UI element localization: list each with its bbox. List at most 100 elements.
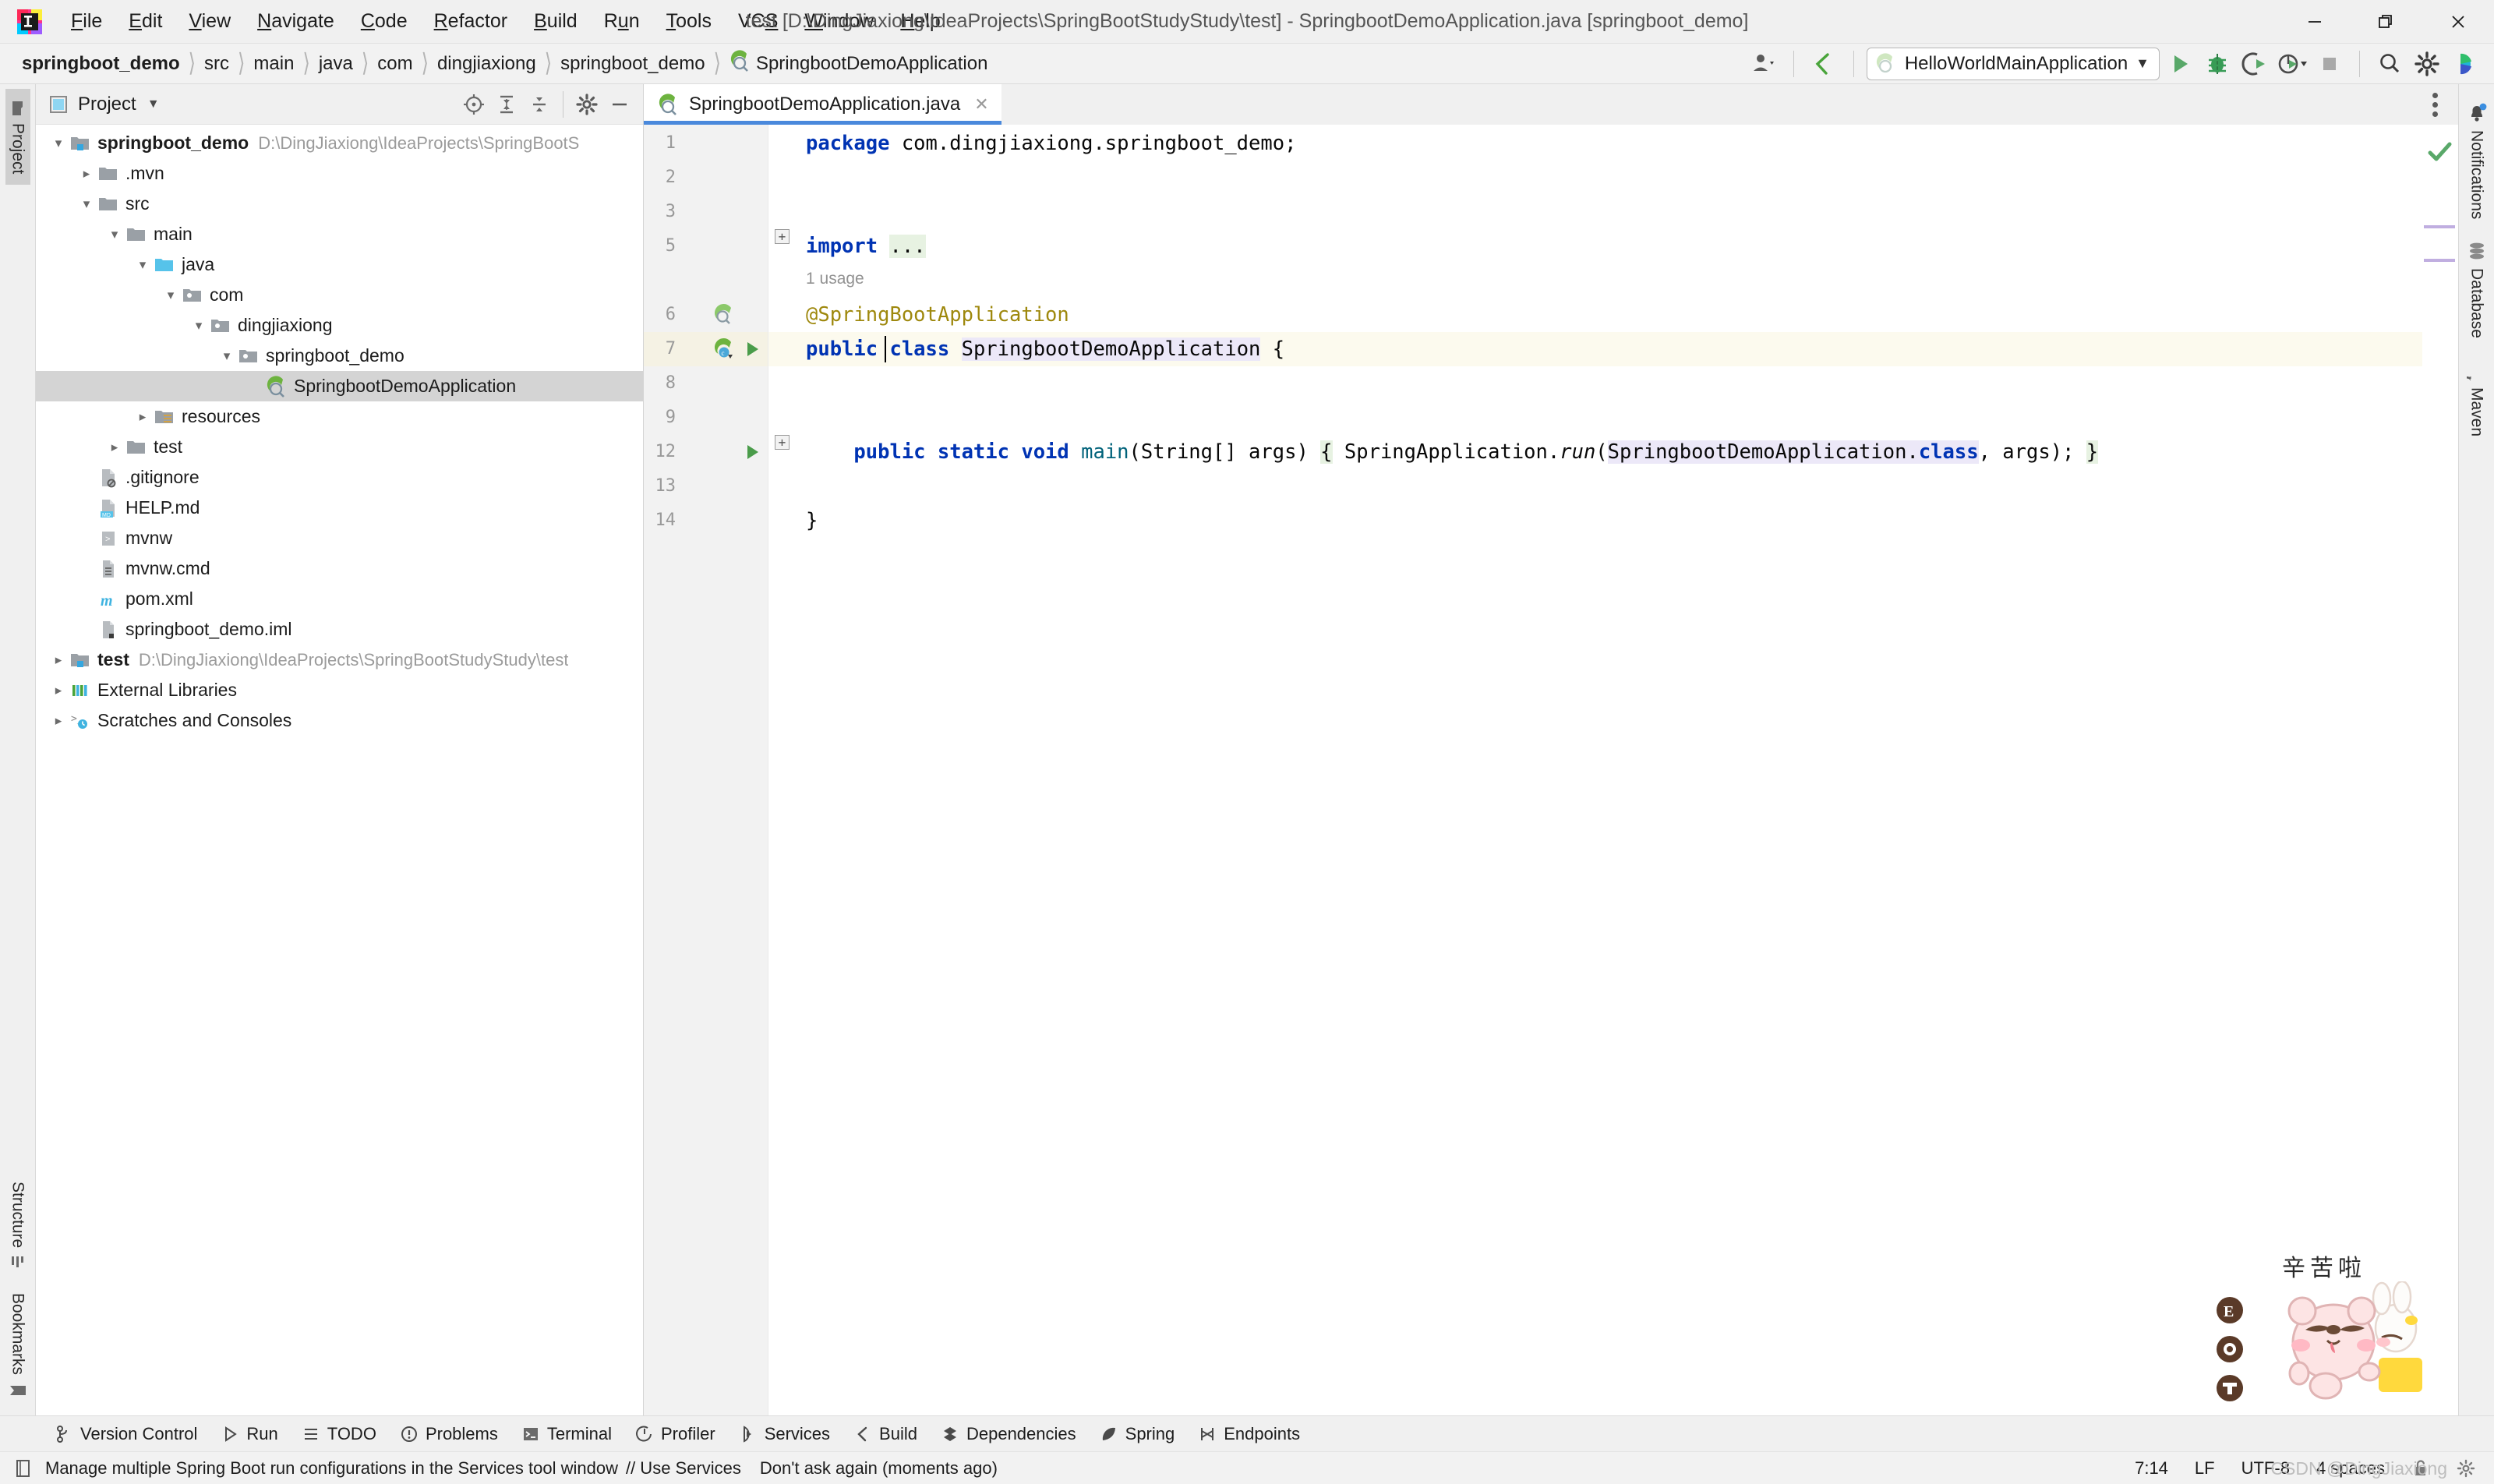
chevron-right-icon[interactable]: ▸: [48, 713, 69, 729]
tool-button-run[interactable]: Run: [211, 1421, 287, 1447]
restore-button[interactable]: [2351, 0, 2422, 44]
tool-button-endpoints[interactable]: Endpoints: [1189, 1421, 1309, 1447]
tree-row-external-libraries[interactable]: ▸ External Libraries: [36, 675, 643, 705]
editor-gutter[interactable]: 1 2 3 5 6 7 8 9 12 13 14 7: [644, 125, 768, 1415]
run-with-coverage-button[interactable]: [2238, 47, 2272, 81]
collapse-all-icon[interactable]: [524, 89, 555, 120]
ide-assistant-icon[interactable]: [2447, 47, 2482, 81]
tree-row-java[interactable]: ▾ java: [36, 249, 643, 280]
chevron-down-icon[interactable]: ▾: [189, 318, 209, 334]
chevron-down-icon[interactable]: ▾: [217, 348, 237, 364]
inspection-ok-icon[interactable]: [2427, 140, 2453, 168]
settings-gear-icon[interactable]: [2457, 1459, 2475, 1478]
close-icon[interactable]: ✕: [974, 94, 988, 115]
breadcrumb-springboot-demo-pkg[interactable]: springboot_demo: [556, 51, 709, 76]
tree-row-scratches-and-consoles[interactable]: ▸ >_ Scratches and Consoles: [36, 705, 643, 736]
breadcrumb-src[interactable]: src: [200, 51, 234, 76]
caret-position[interactable]: 7:14: [2135, 1458, 2168, 1479]
chevron-down-icon[interactable]: ▼: [147, 97, 160, 111]
search-everywhere-icon[interactable]: [2372, 47, 2407, 81]
spring-bean-gutter-icon[interactable]: [712, 298, 739, 332]
code-content[interactable]: package com.dingjiaxiong.springboot_demo…: [768, 125, 2422, 1415]
tool-button-services[interactable]: Services: [729, 1421, 839, 1447]
indent-setting[interactable]: 4 spaces: [2316, 1458, 2385, 1479]
chevron-right-icon[interactable]: ▸: [104, 440, 125, 455]
breadcrumb-class[interactable]: SpringbootDemoApplication: [725, 48, 993, 79]
tool-button-version-control[interactable]: Version Control: [45, 1421, 207, 1447]
breadcrumb-dingjiaxiong[interactable]: dingjiaxiong: [433, 51, 541, 76]
build-arrow-icon[interactable]: [1807, 47, 1841, 81]
sidebar-item-structure[interactable]: Structure: [5, 1171, 30, 1282]
changed-lines-marker[interactable]: [2424, 259, 2455, 262]
tool-button-profiler[interactable]: Profiler: [626, 1421, 725, 1447]
tree-row-dingjiaxiong[interactable]: ▾ dingjiaxiong: [36, 310, 643, 341]
menu-run[interactable]: Run: [591, 7, 653, 36]
breadcrumb-main[interactable]: main: [249, 51, 299, 76]
menu-view[interactable]: View: [175, 7, 244, 36]
fold-expand-icon-method[interactable]: +: [775, 435, 790, 450]
inspection-marker-strip[interactable]: [2422, 125, 2458, 1415]
tree-row-mvnw[interactable]: > mvnw: [36, 523, 643, 553]
event-log-icon[interactable]: [14, 1458, 33, 1479]
tool-button-build[interactable]: Build: [844, 1421, 927, 1447]
tree-row-test-module[interactable]: ▸ test D:\DingJiaxiong\IdeaProjects\Spri…: [36, 645, 643, 675]
menu-vcs[interactable]: VCS: [725, 7, 791, 36]
user-avatar-icon[interactable]: [1747, 47, 1781, 81]
tree-row-mvnw-cmd[interactable]: mvnw.cmd: [36, 553, 643, 584]
chevron-right-icon[interactable]: ▸: [76, 166, 97, 182]
chevron-down-icon[interactable]: ▾: [161, 288, 181, 303]
minimize-button[interactable]: [2279, 0, 2351, 44]
menu-file[interactable]: File: [58, 7, 115, 36]
unlocked-icon[interactable]: [2411, 1458, 2430, 1479]
stop-button[interactable]: [2312, 47, 2347, 81]
tree-row-test-folder[interactable]: ▸ test: [36, 432, 643, 462]
tree-row-springboot-demo-iml[interactable]: springboot_demo.iml: [36, 614, 643, 645]
tool-button-dependencies[interactable]: Dependencies: [931, 1421, 1086, 1447]
chevron-down-icon[interactable]: ▾: [104, 227, 125, 242]
run-button[interactable]: [2163, 47, 2197, 81]
more-options-icon[interactable]: [2426, 87, 2444, 123]
chevron-down-icon[interactable]: ▾: [48, 136, 69, 151]
debug-button[interactable]: [2200, 47, 2234, 81]
file-encoding[interactable]: UTF-8: [2241, 1458, 2290, 1479]
line-separator[interactable]: LF: [2195, 1458, 2215, 1479]
tree-row-src[interactable]: ▾ src: [36, 189, 643, 219]
status-dismiss-link[interactable]: Don't ask again (moments ago): [760, 1458, 998, 1479]
editor-tab-springboot-demo-application[interactable]: SpringbootDemoApplication.java ✕: [644, 84, 1001, 125]
hide-icon[interactable]: [604, 89, 635, 120]
breadcrumb-java[interactable]: java: [314, 51, 358, 76]
tree-row-springboot-demo-package[interactable]: ▾ springboot_demo: [36, 341, 643, 371]
sidebar-item-database[interactable]: Database: [2464, 230, 2490, 349]
profiler-dropdown-button[interactable]: [2275, 47, 2309, 81]
sidebar-item-maven[interactable]: m Maven: [2464, 349, 2490, 447]
tree-row-main[interactable]: ▾ main: [36, 219, 643, 249]
expand-all-icon[interactable]: [491, 89, 522, 120]
tool-button-todo[interactable]: TODO: [292, 1421, 386, 1447]
tree-row-springboot-demo-application[interactable]: SpringbootDemoApplication: [36, 371, 643, 401]
breadcrumb-com[interactable]: com: [373, 51, 417, 76]
menu-navigate[interactable]: Navigate: [244, 7, 348, 36]
chevron-right-icon[interactable]: ▸: [48, 652, 69, 668]
run-gutter-icon[interactable]: [742, 332, 765, 366]
run-configuration-selector[interactable]: HelloWorldMainApplication ▼: [1866, 47, 2160, 80]
menu-build[interactable]: Build: [521, 7, 591, 36]
locate-icon[interactable]: [458, 89, 489, 120]
close-button[interactable]: [2422, 0, 2494, 44]
changed-lines-marker[interactable]: [2424, 225, 2455, 228]
tool-button-terminal[interactable]: Terminal: [512, 1421, 621, 1447]
spring-boot-gutter-icon[interactable]: c: [712, 332, 739, 366]
sidebar-item-bookmarks[interactable]: Bookmarks: [5, 1282, 30, 1411]
run-main-gutter-icon[interactable]: [742, 435, 765, 469]
chevron-right-icon[interactable]: ▸: [132, 409, 153, 425]
tool-button-problems[interactable]: Problems: [390, 1421, 507, 1447]
tree-row-resources[interactable]: ▸ resources: [36, 401, 643, 432]
tree-row-gitignore[interactable]: .gitignore: [36, 462, 643, 493]
settings-gear-icon[interactable]: [2410, 47, 2444, 81]
chevron-down-icon[interactable]: ▾: [76, 196, 97, 212]
menu-code[interactable]: Code: [348, 7, 421, 36]
menu-tools[interactable]: Tools: [653, 7, 725, 36]
tree-row-springboot-demo[interactable]: ▾ springboot_demo D:\DingJiaxiong\IdeaPr…: [36, 128, 643, 158]
breadcrumb-springboot-demo[interactable]: springboot_demo: [17, 51, 185, 76]
menu-edit[interactable]: Edit: [115, 7, 175, 36]
code-editor[interactable]: 1 2 3 5 6 7 8 9 12 13 14 7: [644, 125, 2458, 1415]
